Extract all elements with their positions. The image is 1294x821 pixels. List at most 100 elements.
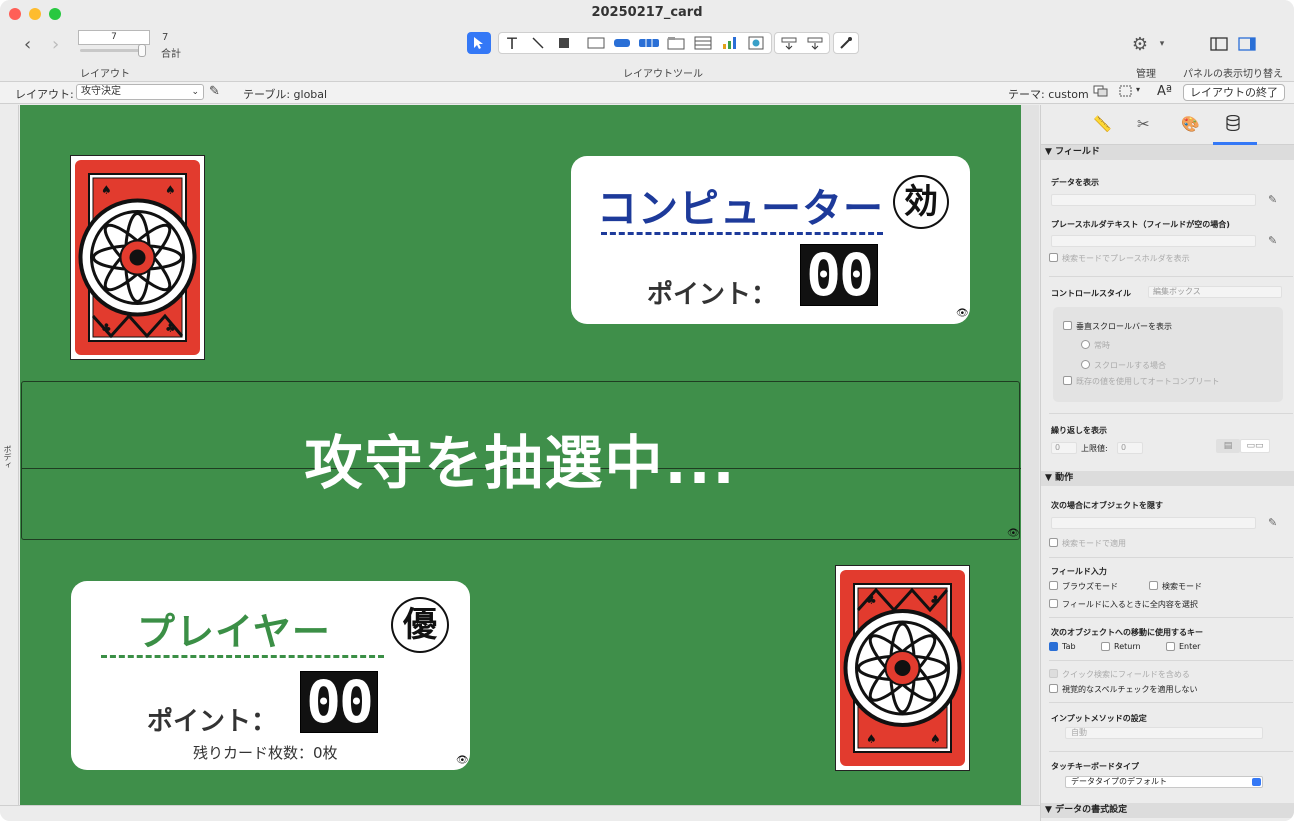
portal-tool-icon[interactable] (691, 32, 715, 54)
autocomplete-checkbox[interactable] (1063, 376, 1072, 385)
chevron-updown-icon (1252, 778, 1261, 786)
enter-key-checkbox[interactable] (1166, 642, 1175, 651)
grid-icon[interactable] (1119, 85, 1133, 100)
divider (1049, 557, 1293, 558)
apply-in-find-checkbox[interactable] (1049, 538, 1058, 547)
record-slider-knob[interactable] (138, 44, 146, 57)
pencil-icon[interactable]: ✎ (209, 84, 220, 99)
button-bar-tool-icon[interactable] (637, 32, 661, 54)
placeholder-field[interactable] (1051, 235, 1256, 247)
select-all-checkbox[interactable] (1049, 599, 1058, 608)
no-spellcheck-checkbox[interactable] (1049, 684, 1058, 693)
format-section-header[interactable]: ▼ データの書式設定 (1041, 803, 1294, 818)
browse-mode-checkbox[interactable] (1049, 581, 1058, 590)
record-number-input[interactable]: 7 (78, 30, 150, 45)
pencil-icon[interactable]: ✎ (1268, 234, 1277, 247)
rep-to-field[interactable]: 0 (1117, 442, 1143, 454)
touch-keyboard-select[interactable]: データタイプのデフォルト (1065, 776, 1263, 788)
text-tool-icon[interactable]: T (500, 32, 524, 54)
return-key-checkbox[interactable] (1101, 642, 1110, 651)
computer-badge: 効 (893, 175, 949, 229)
ruler-tab-icon[interactable]: 📏 (1093, 115, 1112, 133)
right-panel-toggle-icon[interactable] (1235, 33, 1259, 55)
chevron-down-icon[interactable]: ▾ (1136, 85, 1140, 94)
attack-defense-banner[interactable]: 攻守を抽選中... 👁 (21, 381, 1021, 540)
show-data-field[interactable] (1051, 194, 1256, 206)
horizontal-orientation-button[interactable]: ▭▭ (1240, 439, 1270, 453)
input-method-value: 自動 (1071, 728, 1087, 737)
tab-control-tool-icon[interactable] (664, 32, 688, 54)
body-part-label[interactable]: ボディ (2, 445, 13, 469)
tab-key-checkbox[interactable] (1049, 642, 1058, 651)
back-chevron-icon[interactable]: ‹ (24, 34, 31, 55)
shape-tool-icon[interactable] (552, 32, 576, 54)
find-mode-checkbox[interactable] (1149, 581, 1158, 590)
layout-prefix-label: レイアウト: (15, 88, 74, 101)
autocomplete-label: 既存の値を使用してオートコンプリート (1076, 377, 1220, 386)
player-title: プレイヤー (137, 610, 331, 654)
divider (1049, 617, 1293, 618)
input-method-select[interactable]: 自動 (1065, 727, 1263, 739)
card-back-image[interactable]: ♠ ♠ ♣ ♣ (70, 155, 205, 360)
pencil-icon[interactable]: ✎ (1268, 516, 1277, 529)
player-score-panel[interactable]: プレイヤー 優 ポイント： 00 残りカード枚数：0枚 👁 (71, 581, 470, 770)
hide-object-field[interactable] (1051, 517, 1256, 529)
eyedropper-icon[interactable] (834, 32, 858, 54)
tools-tab-icon[interactable]: ✂ (1137, 115, 1150, 133)
vertical-scrollbar[interactable] (1021, 105, 1039, 805)
computer-score-panel[interactable]: コンピューター 効 ポイント： 00 👁 (571, 156, 970, 324)
quick-find-checkbox[interactable] (1049, 669, 1058, 678)
chevron-down-icon: ⌄ (191, 87, 199, 97)
select-pointer-tool[interactable] (467, 32, 491, 54)
player-points-label: ポイント： (147, 707, 278, 737)
line-tool-icon[interactable] (526, 32, 550, 54)
chart-tool-icon[interactable] (718, 32, 742, 54)
database-tab-icon[interactable] (1226, 114, 1240, 135)
layout-select[interactable]: 攻守決定 ⌄ (76, 84, 204, 100)
layout-canvas[interactable]: ♠ ♠ ♣ ♣ コンピューター 効 ポイント： 00 👁 攻守を抽選中... 👁… (20, 105, 1021, 805)
show-placeholder-checkbox[interactable] (1049, 253, 1058, 262)
computer-title-underline (601, 232, 883, 235)
web-viewer-tool-icon[interactable] (744, 32, 768, 54)
forward-chevron-icon[interactable]: › (52, 34, 59, 55)
inspector-panel: 📏 ✂ 🎨 ▼ フィールド データを表示 ✎ プレースホルダテキスト（フィールド… (1040, 105, 1294, 821)
horizontal-scrollbar[interactable] (0, 805, 1040, 821)
part-tool-icon[interactable] (777, 32, 801, 54)
behavior-section-header[interactable]: ▼ 動作 (1041, 471, 1294, 486)
exit-layout-button[interactable]: レイアウトの終了 (1183, 84, 1285, 101)
app-window: 20250217_card ‹ › 7 7 合計 レイアウト T レイアウトツー… (0, 0, 1294, 821)
font-size-icon[interactable]: Aª (1157, 84, 1172, 99)
banner-text: 攻守を抽選中... (304, 429, 737, 497)
theme-icon[interactable] (1093, 85, 1109, 100)
window-title: 20250217_card (591, 5, 703, 20)
vertical-orientation-button[interactable]: ▤ (1216, 439, 1240, 453)
palette-tab-icon[interactable]: 🎨 (1181, 115, 1200, 133)
gear-icon[interactable]: ⚙ (1128, 33, 1152, 55)
insert-part-tool-icon[interactable] (803, 32, 827, 54)
vertical-scrollbar-label: 垂直スクロールバーを表示 (1076, 322, 1172, 331)
vertical-scrollbar-checkbox[interactable] (1063, 321, 1072, 330)
control-style-select[interactable]: 編集ボックス (1148, 286, 1282, 298)
pencil-icon[interactable]: ✎ (1268, 193, 1277, 206)
always-radio[interactable] (1081, 340, 1090, 349)
divider (1049, 660, 1293, 661)
eye-icon[interactable]: 👁 (956, 308, 969, 319)
svg-text:♠: ♠ (866, 732, 877, 746)
when-scrolling-radio[interactable] (1081, 360, 1090, 369)
button-tool-icon[interactable] (610, 32, 634, 54)
when-scrolling-label: スクロールする場合 (1094, 361, 1166, 370)
eye-icon[interactable]: 👁 (456, 755, 469, 766)
record-slider-track[interactable] (80, 49, 146, 52)
chevron-down-icon[interactable]: ▾ (1150, 33, 1174, 55)
left-panel-toggle-icon[interactable] (1207, 33, 1231, 55)
placeholder-label: プレースホルダテキスト（フィールドが空の場合) (1051, 220, 1230, 229)
field-tool-icon[interactable] (584, 32, 608, 54)
card-back-image[interactable]: ♣ ♣ ♠ ♠ (835, 565, 970, 771)
field-section-header[interactable]: ▼ フィールド (1041, 145, 1294, 160)
show-repetitions-label: 繰り返しを表示 (1051, 426, 1107, 435)
apply-in-find-label: 検索モードで適用 (1062, 539, 1126, 548)
upper-limit-label: 上限値: (1081, 444, 1108, 453)
total-label: 合計 (161, 49, 181, 60)
eye-icon[interactable]: 👁 (1007, 528, 1020, 539)
rep-from-field[interactable]: 0 (1051, 442, 1077, 454)
